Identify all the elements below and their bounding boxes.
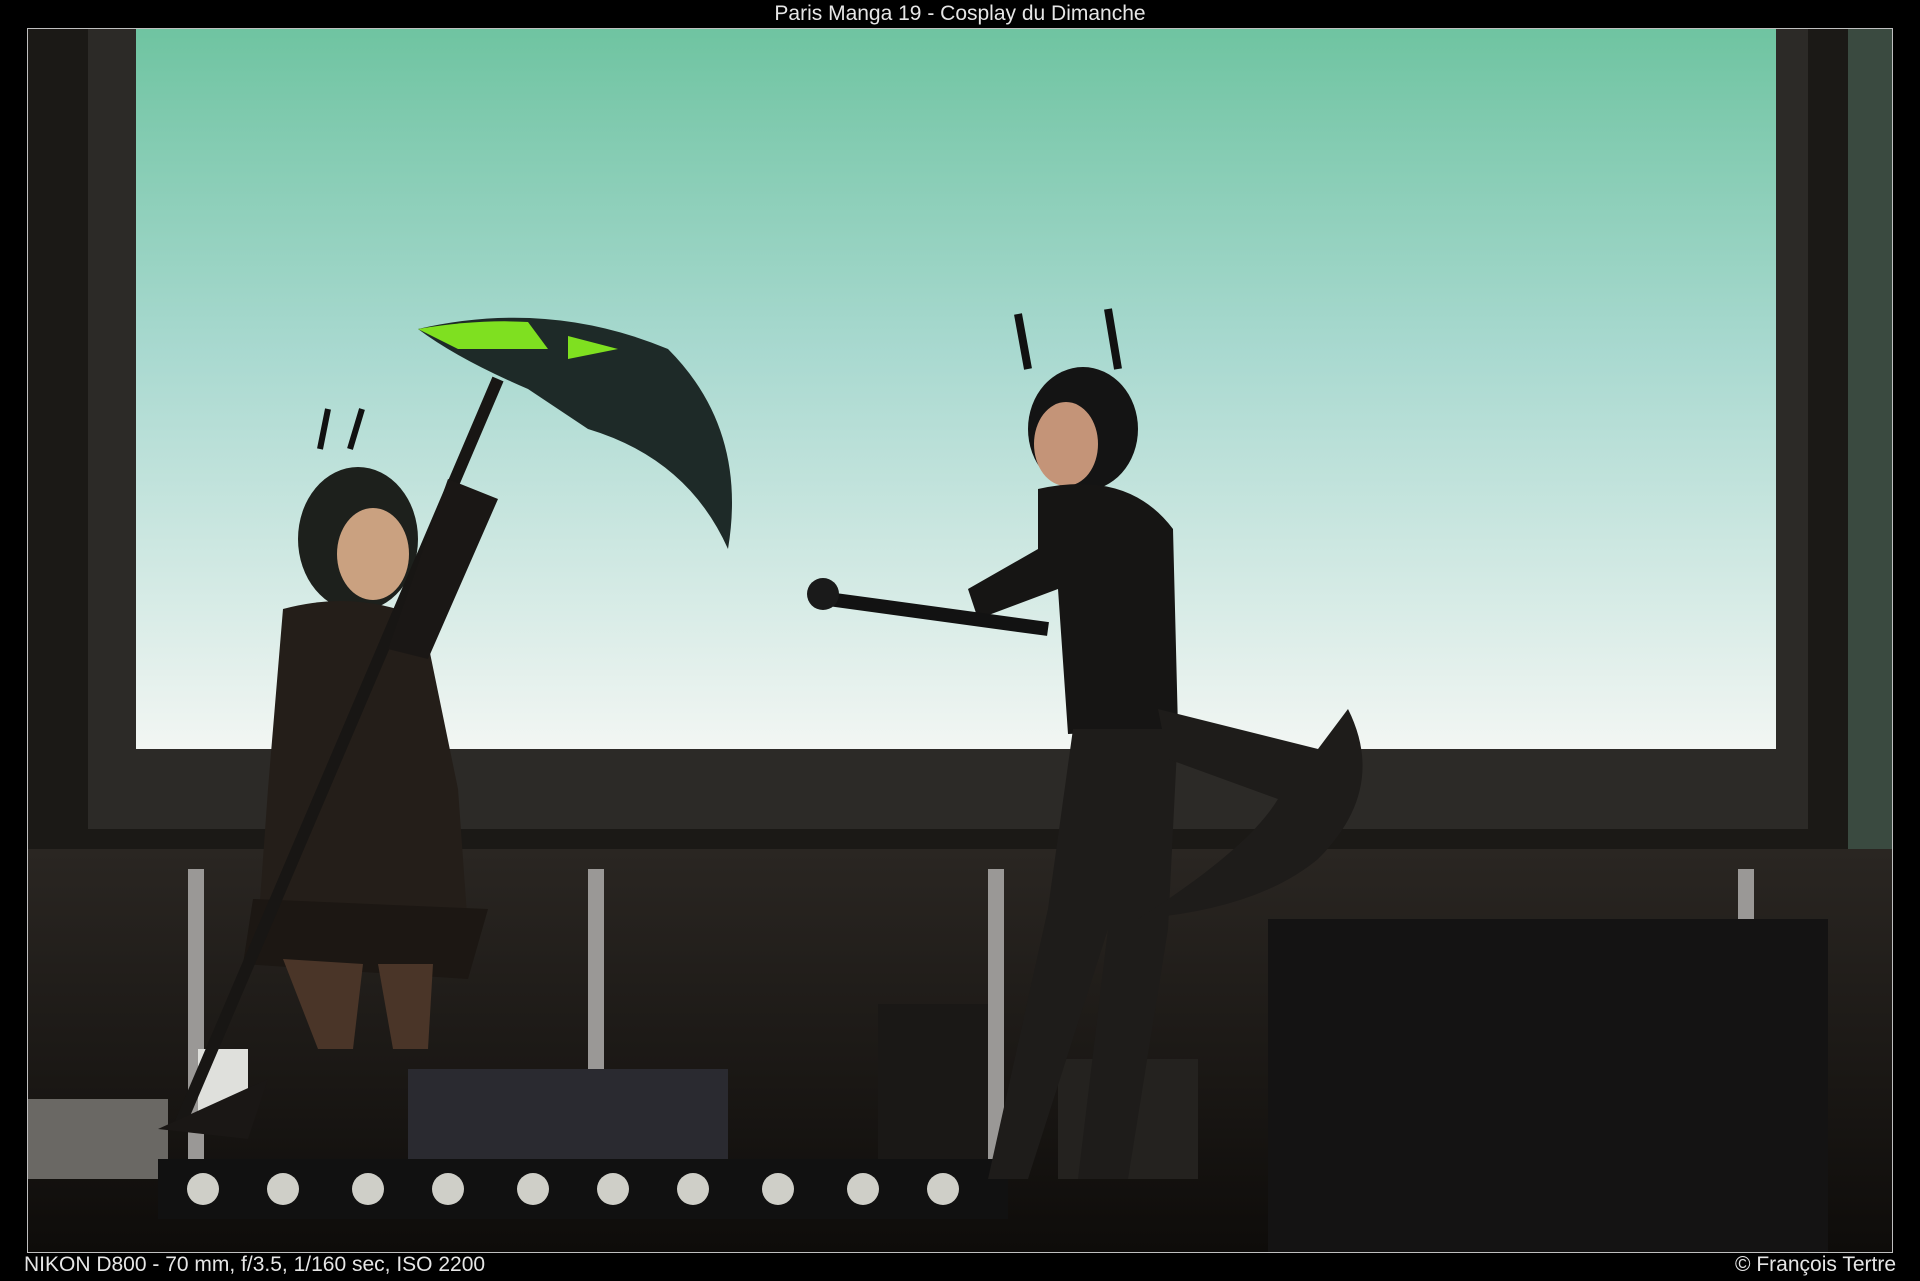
copyright-caption: © François Tertre xyxy=(1735,1253,1896,1276)
exif-caption: NIKON D800 - 70 mm, f/3.5, 1/160 sec, IS… xyxy=(24,1253,486,1276)
stage-speaker xyxy=(878,1004,988,1179)
audio-rack xyxy=(28,1099,168,1179)
stage-scene xyxy=(28,29,1892,1252)
photo-frame: Paris Manga 19 - Cosplay du Dimanche NIK… xyxy=(0,0,1920,1281)
stage-monitor-speaker xyxy=(1268,919,1828,1252)
stage-photo xyxy=(27,28,1893,1253)
photo-title: Paris Manga 19 - Cosplay du Dimanche xyxy=(774,2,1146,25)
